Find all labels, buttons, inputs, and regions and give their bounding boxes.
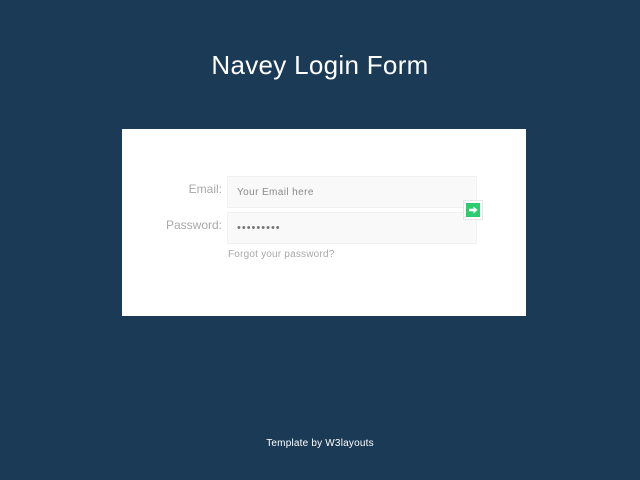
password-label: Password: <box>165 218 222 232</box>
footer-credit[interactable]: Template by W3layouts <box>0 438 640 449</box>
page-title: Navey Login Form <box>211 50 429 80</box>
email-label: Email: <box>188 182 222 196</box>
password-field[interactable] <box>227 212 477 244</box>
submit-button[interactable] <box>463 200 483 220</box>
login-card: Email: Password: Forgot your password? <box>122 129 526 316</box>
email-field[interactable] <box>227 176 477 208</box>
arrow-right-icon <box>468 206 477 214</box>
forgot-password-link[interactable]: Forgot your password? <box>228 249 334 260</box>
submit-button-fill <box>466 203 480 217</box>
